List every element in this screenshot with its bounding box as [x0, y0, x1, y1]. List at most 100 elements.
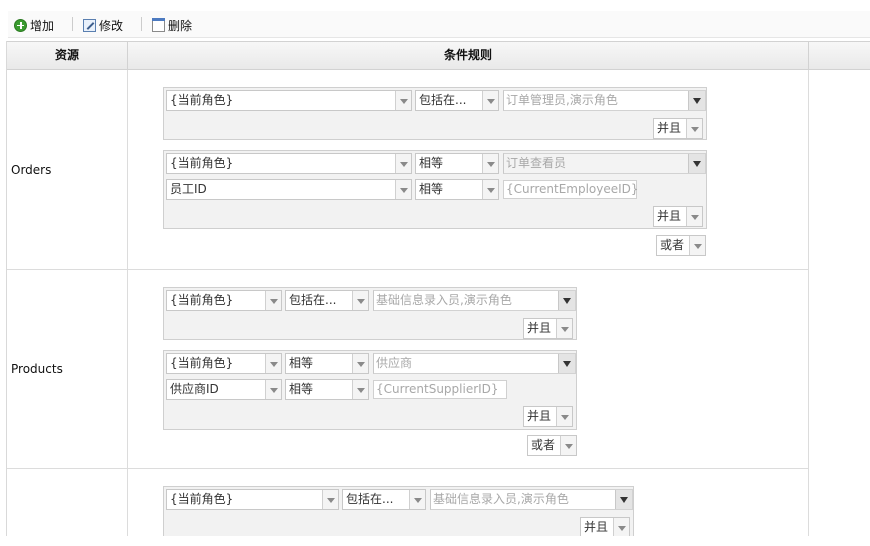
resource-cell: Orders [7, 70, 128, 269]
value-input[interactable]: {CurrentSupplierID} [373, 380, 507, 399]
chevron-down-icon [265, 354, 281, 373]
operator-select[interactable]: 相等 [285, 379, 369, 400]
field-select-text: {当前角色} [170, 156, 234, 170]
operator-select-text: 包括在... [346, 492, 394, 506]
field-select[interactable]: {当前角色} [166, 489, 339, 510]
chevron-down-icon [265, 380, 281, 399]
value-select-text: 订单查看员 [506, 156, 567, 170]
condition-group: {当前角色} 相等 供应商 供应商ID 相等 {CurrentSupplierI… [163, 350, 577, 430]
chevron-down-icon [558, 291, 575, 310]
add-button[interactable]: 增加 [14, 15, 54, 35]
rule-cell: {当前角色} 包括在... 基础信息录入员,演示角色 并且 [128, 469, 809, 536]
edit-label: 修改 [99, 18, 124, 33]
join-select-text: 并且 [584, 520, 609, 534]
toolbar: 增加 修改 删除 [8, 11, 870, 38]
join-select[interactable]: 并且 [523, 318, 573, 339]
chevron-down-icon [395, 91, 411, 110]
rule-cell: {当前角色} 包括在... 基础信息录入员,演示角色 并且 {当前角色} 相等 … [128, 270, 809, 468]
join-select-text: 并且 [657, 121, 682, 135]
operator-select-text: 包括在... [419, 93, 467, 107]
operator-select-text: 相等 [419, 182, 444, 196]
add-label: 增加 [30, 18, 55, 33]
operator-select[interactable]: 包括在... [415, 90, 499, 111]
right-empty-column [809, 70, 870, 536]
operator-select[interactable]: 包括在... [342, 489, 426, 510]
chevron-down-icon [395, 154, 411, 173]
delete-label: 删除 [168, 18, 193, 33]
operator-select[interactable]: 相等 [415, 179, 499, 200]
operator-select-text: 相等 [289, 382, 314, 396]
chevron-down-icon [688, 91, 705, 110]
outer-join-select[interactable]: 或者 [527, 435, 577, 456]
toolbar-separator [72, 17, 73, 31]
join-select-text: 并且 [527, 409, 552, 423]
field-select-text: {当前角色} [170, 356, 234, 370]
operator-select-text: 相等 [289, 356, 314, 370]
value-select-text: 基础信息录入员,演示角色 [376, 293, 512, 307]
outer-join-select[interactable]: 或者 [656, 235, 706, 256]
condition-group: {当前角色} 相等 订单查看员 员工ID 相等 {CurrentEmployee… [163, 150, 707, 229]
join-select[interactable]: 并且 [523, 406, 573, 427]
value-select[interactable]: 基础信息录入员,演示角色 [430, 489, 633, 510]
operator-select[interactable]: 相等 [415, 153, 499, 174]
edit-button[interactable]: 修改 [83, 15, 123, 35]
field-select-text: {当前角色} [170, 492, 234, 506]
chevron-down-icon [482, 91, 498, 110]
chevron-down-icon [482, 154, 498, 173]
join-select[interactable]: 并且 [653, 118, 703, 139]
field-select[interactable]: 员工ID [166, 179, 412, 200]
outer-join-select-text: 或者 [531, 438, 556, 452]
table-row[interactable]: Products {当前角色} 包括在... 基础信息录入员,演示角色 并且 {… [7, 270, 870, 469]
edit-icon [83, 18, 96, 32]
operator-select[interactable]: 包括在... [285, 290, 369, 311]
delete-icon [152, 17, 165, 32]
outer-join-select-text: 或者 [660, 238, 685, 252]
condition-group: {当前角色} 包括在... 基础信息录入员,演示角色 并且 [163, 486, 634, 536]
chevron-down-icon [686, 119, 702, 138]
operator-select-text: 包括在... [289, 293, 337, 307]
chevron-down-icon [689, 236, 705, 255]
column-header-rule[interactable]: 条件规则 [128, 42, 809, 70]
chevron-down-icon [556, 319, 572, 338]
value-select[interactable]: 供应商 [373, 353, 576, 374]
chevron-down-icon [560, 436, 576, 455]
toolbar-separator [141, 17, 142, 31]
rule-cell: {当前角色} 包括在... 订单管理员,演示角色 并且 {当前角色} 相等 订单… [128, 70, 809, 269]
value-select-text: 订单管理员,演示角色 [506, 93, 618, 107]
value-select[interactable]: 订单查看员 [503, 153, 706, 174]
rule-editor: {当前角色} 包括在... 订单管理员,演示角色 并且 {当前角色} 相等 订单… [141, 81, 709, 258]
value-select[interactable]: 基础信息录入员,演示角色 [373, 290, 576, 311]
value-input-text: {CurrentEmployeeID} [506, 182, 639, 196]
rules-grid: 资源 条件规则 Orders {当前角色} 包括在... 订单管理员,演示角色 … [6, 41, 870, 536]
chevron-down-icon [482, 180, 498, 199]
field-select[interactable]: {当前角色} [166, 290, 282, 311]
field-select[interactable]: 供应商ID [166, 379, 282, 400]
chevron-down-icon [352, 380, 368, 399]
field-select-text: {当前角色} [170, 293, 234, 307]
resource-cell: Products [7, 270, 128, 468]
chevron-down-icon [352, 291, 368, 310]
value-select[interactable]: 订单管理员,演示角色 [503, 90, 706, 111]
chevron-down-icon [613, 518, 629, 536]
grid-header: 资源 条件规则 [7, 41, 870, 70]
table-row[interactable]: Orders {当前角色} 包括在... 订单管理员,演示角色 并且 {当前角色… [7, 70, 870, 270]
add-icon [14, 18, 27, 32]
field-select[interactable]: {当前角色} [166, 353, 282, 374]
join-select[interactable]: 并且 [653, 206, 703, 227]
value-input[interactable]: {CurrentEmployeeID} [503, 180, 639, 199]
chevron-down-icon [265, 291, 281, 310]
operator-select[interactable]: 相等 [285, 353, 369, 374]
join-select-text: 并且 [527, 321, 552, 335]
chevron-down-icon [322, 490, 338, 509]
column-header-resource[interactable]: 资源 [7, 42, 128, 70]
operator-select-text: 相等 [419, 156, 444, 170]
table-row[interactable]: {当前角色} 包括在... 基础信息录入员,演示角色 并且 [7, 469, 870, 536]
field-select[interactable]: {当前角色} [166, 153, 412, 174]
chevron-down-icon [395, 180, 411, 199]
resource-cell [7, 469, 128, 536]
field-select[interactable]: {当前角色} [166, 90, 412, 111]
field-select-text: 员工ID [170, 182, 207, 196]
delete-button[interactable]: 删除 [152, 15, 192, 35]
value-select-text: 基础信息录入员,演示角色 [433, 492, 569, 506]
join-select[interactable]: 并且 [580, 517, 630, 536]
